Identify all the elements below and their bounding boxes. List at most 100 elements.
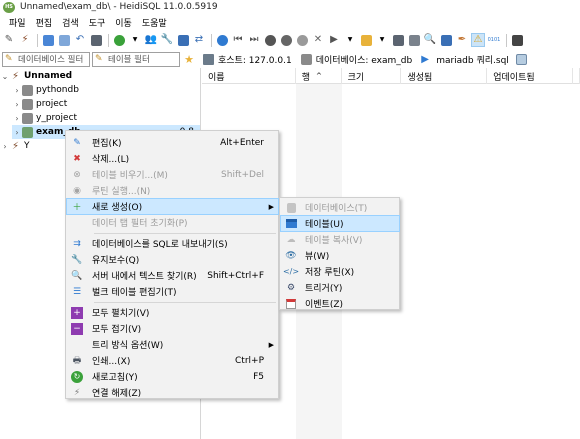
binary-icon[interactable]: 0101: [487, 33, 501, 47]
menu-bar: 파일 편집 검색 도구 이동 도움말: [0, 14, 580, 30]
submenu-item-table[interactable]: 테이블(U): [280, 215, 400, 232]
create-new-icon: ＋: [72, 203, 82, 213]
tab-database[interactable]: 데이터베이스: exam_db: [298, 51, 419, 67]
database-filter-input[interactable]: ✎ 데이터베이스 필터: [2, 51, 90, 67]
table-filter-input[interactable]: ✎ 테이블 필터: [92, 51, 180, 67]
query-search-icon[interactable]: 🔍: [423, 33, 437, 47]
refresh-icon: ↻: [71, 370, 83, 383]
menu-edit[interactable]: 편집: [31, 16, 58, 29]
menu-item-edit[interactable]: ✎ 편집(K) Alt+Enter: [67, 135, 278, 150]
remove-record-icon[interactable]: [279, 33, 293, 47]
session-manager-icon[interactable]: ✎: [2, 33, 16, 47]
maintenance-toolbar-icon[interactable]: 🔧: [160, 33, 174, 47]
post-record-icon[interactable]: [295, 33, 309, 47]
column-header-name[interactable]: 이름: [202, 68, 296, 84]
tab-host[interactable]: 호스트: 127.0.0.1: [200, 51, 298, 67]
close-toolbar-icon[interactable]: [510, 33, 524, 47]
user-manager-icon[interactable]: 👥: [144, 33, 158, 47]
menu-item-find-text[interactable]: 🔍 서버 내에서 텍스트 찾기(R) Shift+Ctrl+F: [67, 268, 278, 283]
tree-db-y-project[interactable]: › y_project: [12, 111, 200, 125]
tree-db-project[interactable]: › project: [12, 97, 200, 111]
menu-separator: [94, 302, 276, 303]
edit-icon: ✎: [73, 137, 81, 148]
menu-item-export-sql[interactable]: ⇉ 데이터베이스를 SQL로 내보내기(S): [67, 236, 278, 251]
menu-item-bulk-edit[interactable]: ☰ 벌크 테이블 편집기(T): [67, 284, 278, 299]
format-icon[interactable]: ✒: [455, 33, 469, 47]
menu-tools[interactable]: 도구: [84, 16, 111, 29]
add-record-icon[interactable]: [263, 33, 277, 47]
database-tab-icon: [300, 53, 312, 65]
submenu-item-event[interactable]: 이벤트(Z): [281, 296, 399, 311]
chevron-right-icon[interactable]: ›: [12, 86, 22, 95]
print-toolbar-icon[interactable]: [89, 33, 103, 47]
chevron-right-icon[interactable]: ›: [12, 100, 22, 109]
chevron-right-icon[interactable]: ›: [0, 142, 10, 151]
play-icon: ▶: [421, 53, 429, 65]
tab-query[interactable]: ▶ mariadb 쿼리.sql: [418, 51, 515, 67]
menu-item-print[interactable]: 🖶 인쇄...(X) Ctrl+P: [67, 353, 278, 368]
cancel-record-icon[interactable]: ✕: [311, 33, 325, 47]
menu-item-delete[interactable]: ✖ 삭제...(L): [67, 151, 278, 166]
submenu-item-trigger[interactable]: ⚙ 트리거(Y): [281, 280, 399, 295]
dropdown-arrow-icon[interactable]: ▼: [128, 33, 142, 47]
create-new-submenu: 데이터베이스(T) 테이블(U) ☁ 테이블 복사(V) 👁 뷰(W) </> …: [279, 197, 400, 310]
menu-go[interactable]: 이동: [110, 16, 137, 29]
help-icon[interactable]: [215, 33, 229, 47]
column-header-created[interactable]: 생성됨: [401, 68, 488, 84]
menu-item-reset-data-filter[interactable]: 데이터 탭 필터 초기화(P): [67, 215, 278, 230]
run-routine-icon: ◉: [73, 185, 81, 196]
menu-item-expand-all[interactable]: + 모두 펼치기(V): [67, 305, 278, 320]
menu-search[interactable]: 검색: [57, 16, 84, 29]
tree-connection-y[interactable]: › ⚡ Y: [0, 139, 60, 153]
menu-help[interactable]: 도움말: [137, 16, 172, 29]
chevron-right-icon[interactable]: ›: [12, 128, 22, 137]
submenu-item-view[interactable]: 👁 뷰(W): [281, 248, 399, 263]
replace-icon[interactable]: [439, 33, 453, 47]
title-bar: HS Unnamed\exam_db\ - HeidiSQL 11.0.0.59…: [0, 0, 580, 14]
submenu-item-copy-table[interactable]: ☁ 테이블 복사(V): [281, 232, 399, 247]
submenu-item-stored-routine[interactable]: </> 저장 루틴(X): [281, 264, 399, 279]
save-icon[interactable]: [391, 33, 405, 47]
column-header-engine[interactable]: 엔: [573, 68, 580, 84]
menu-item-tree-options[interactable]: 트리 방식 옵션(W) ▶: [67, 337, 278, 352]
menu-file[interactable]: 파일: [4, 16, 31, 29]
execute-icon[interactable]: ▶: [327, 33, 341, 47]
export-toolbar-icon[interactable]: [176, 33, 190, 47]
menu-item-refresh[interactable]: ↻ 새로고침(Y) F5: [67, 369, 278, 384]
save-as-icon[interactable]: [407, 33, 421, 47]
copy-icon[interactable]: [41, 33, 55, 47]
tree-db-pythondb[interactable]: › pythondb: [12, 83, 200, 97]
tab-bar: 호스트: 127.0.0.1 데이터베이스: exam_db ▶ mariadb…: [200, 51, 580, 67]
column-header-updated[interactable]: 업데이트됨: [487, 68, 573, 84]
tree-root-connection[interactable]: ⌄ ⚡ Unnamed: [0, 69, 200, 83]
disconnect-toolbar-icon[interactable]: ⚡: [18, 33, 32, 47]
undo-icon[interactable]: ↶: [73, 33, 87, 47]
menu-item-run-routine[interactable]: ◉ 루틴 실행...(N): [67, 183, 278, 198]
dropdown-arrow-icon[interactable]: ▼: [375, 33, 389, 47]
chevron-right-icon[interactable]: ›: [12, 114, 22, 123]
refresh-toolbar-icon[interactable]: [112, 33, 126, 47]
menu-item-maintenance[interactable]: 🔧 유지보수(Q): [67, 252, 278, 267]
menu-item-create-new[interactable]: ＋ 새로 생성(O) ▶: [66, 198, 279, 215]
column-header-rows[interactable]: 행 ^: [296, 68, 342, 84]
favorite-star-icon[interactable]: ★: [182, 52, 196, 66]
last-record-icon[interactable]: ⏭: [247, 33, 261, 47]
open-folder-icon[interactable]: [359, 33, 373, 47]
column-header-size[interactable]: 크기: [342, 68, 402, 84]
dropdown-arrow-icon[interactable]: ▼: [343, 33, 357, 47]
copy-table-icon: ☁: [286, 234, 296, 245]
blank-icon: [71, 339, 83, 351]
menu-item-empty-table[interactable]: ⊗ 테이블 비우기...(M) Shift+Del: [67, 167, 278, 182]
sync-icon[interactable]: ⇄: [192, 33, 206, 47]
toolbar-separator: [108, 33, 109, 47]
menu-item-collapse-all[interactable]: − 모두 접기(V): [67, 321, 278, 336]
connection-icon: ⚡: [11, 70, 20, 82]
menu-item-disconnect[interactable]: ⚡ 연결 해제(Z): [67, 385, 278, 400]
trigger-icon: ⚙: [286, 282, 296, 293]
submenu-item-database[interactable]: 데이터베이스(T): [281, 200, 399, 215]
new-query-tab-icon[interactable]: [515, 52, 529, 66]
paste-icon[interactable]: [57, 33, 71, 47]
chevron-down-icon[interactable]: ⌄: [0, 72, 10, 81]
first-record-icon[interactable]: ⏮: [231, 33, 245, 47]
warning-icon[interactable]: ⚠: [471, 33, 485, 47]
